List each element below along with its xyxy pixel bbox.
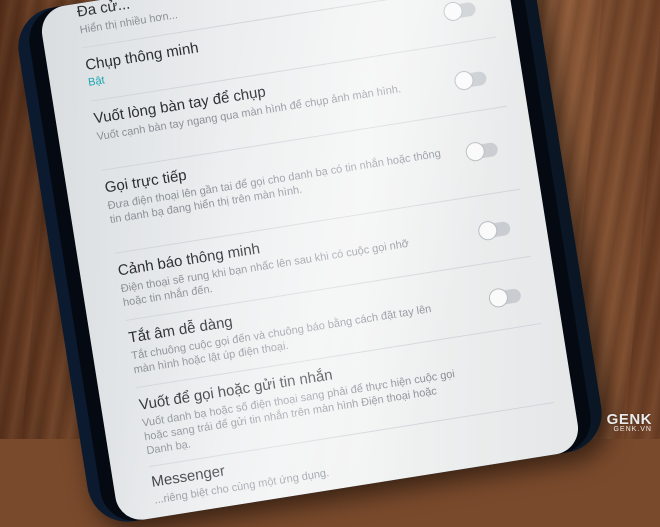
toggle-switch[interactable] — [464, 140, 499, 163]
toggle-knob — [464, 140, 487, 163]
settings-screen: Đa cử... Hiển thị nhiều hơn... Chụp thôn… — [38, 0, 582, 524]
toggle-knob — [453, 69, 475, 92]
toggle-switch[interactable] — [476, 219, 512, 242]
watermark: GENK GENK.VN — [607, 411, 652, 433]
watermark-sub: GENK.VN — [613, 426, 652, 433]
smartphone: Đa cử... Hiển thị nhiều hơn... Chụp thôn… — [12, 0, 608, 527]
toggle-knob — [487, 286, 510, 309]
toggle-switch[interactable] — [487, 286, 522, 309]
toggle-switch[interactable] — [453, 69, 488, 92]
toggle-knob — [476, 219, 499, 242]
